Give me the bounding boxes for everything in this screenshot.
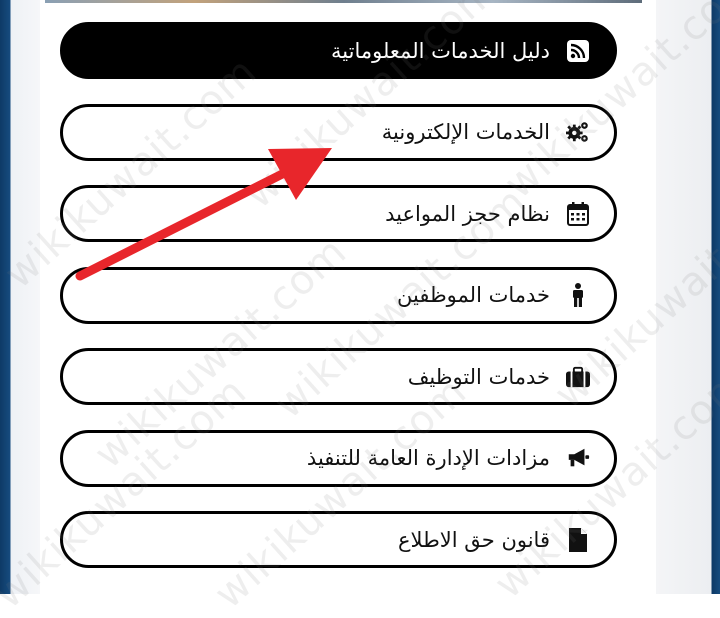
document-icon bbox=[566, 527, 590, 552]
menu-item-label: الخدمات الإلكترونية bbox=[381, 120, 550, 144]
menu-item-access-law[interactable]: قانون حق الاطلاع bbox=[60, 511, 617, 568]
menu-item-information-services[interactable]: دليل الخدمات المعلوماتية bbox=[60, 22, 617, 79]
menu-item-e-services[interactable]: الخدمات الإلكترونية bbox=[60, 103, 617, 161]
menu-item-label: خدمات التوظيف bbox=[407, 364, 550, 389]
person-icon bbox=[566, 283, 590, 307]
left-frame bbox=[0, 0, 40, 594]
services-menu: دليل الخدمات المعلوماتية الخدمات الإلكتر… bbox=[60, 22, 617, 593]
menu-item-label: مزادات الإدارة العامة للتنفيذ bbox=[306, 446, 550, 470]
menu-item-label: دليل الخدمات المعلوماتية bbox=[331, 38, 550, 63]
top-image-strip bbox=[45, 0, 642, 3]
menu-item-label: نظام حجز المواعيد bbox=[385, 201, 550, 226]
menu-item-label: خدمات الموظفين bbox=[397, 283, 550, 307]
menu-item-auctions[interactable]: مزادات الإدارة العامة للتنفيذ bbox=[60, 429, 617, 487]
calendar-icon bbox=[566, 201, 590, 226]
menu-item-label: قانون حق الاطلاع bbox=[398, 527, 550, 552]
gears-icon bbox=[566, 120, 590, 144]
menu-item-appointments[interactable]: نظام حجز المواعيد bbox=[60, 185, 617, 242]
briefcase-icon bbox=[566, 365, 590, 389]
rss-icon bbox=[566, 39, 590, 63]
menu-item-employee-services[interactable]: خدمات الموظفين bbox=[60, 266, 617, 324]
megaphone-icon bbox=[566, 446, 590, 470]
menu-item-employment-services[interactable]: خدمات التوظيف bbox=[60, 348, 617, 405]
right-frame bbox=[656, 0, 720, 594]
